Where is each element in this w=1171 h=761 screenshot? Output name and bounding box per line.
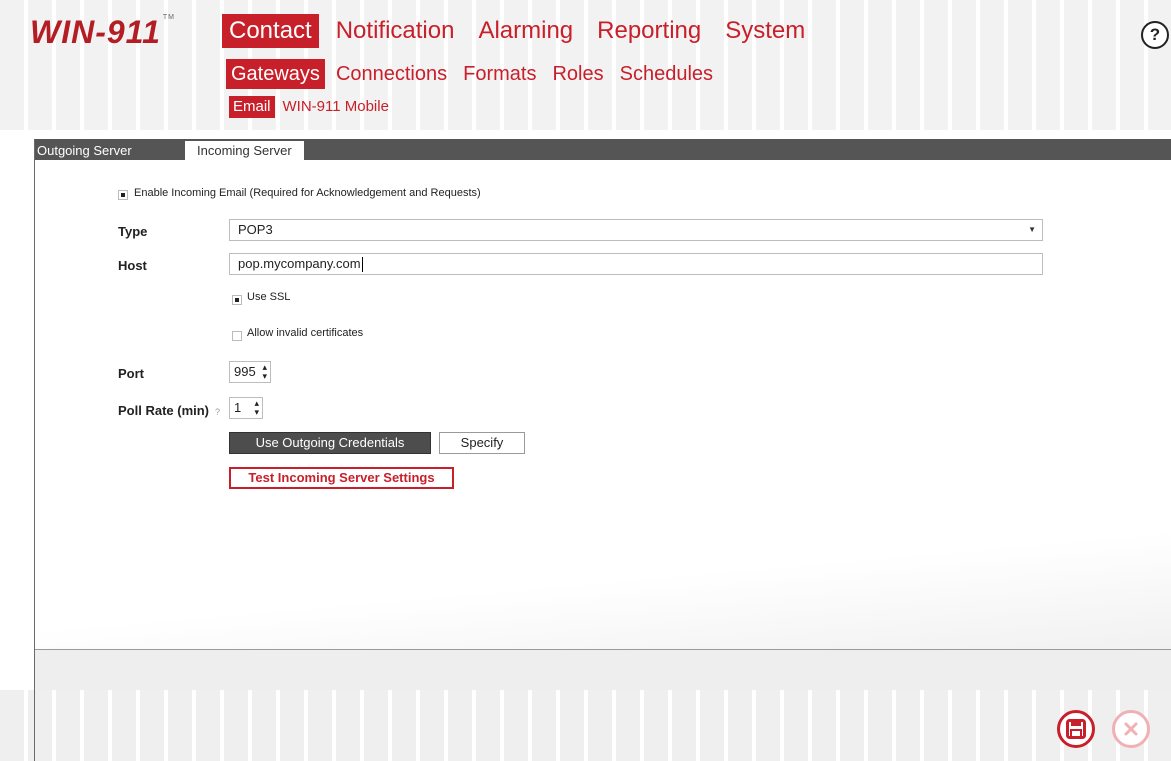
cancel-button[interactable] xyxy=(1112,710,1150,748)
nav-notification[interactable]: Notification xyxy=(329,14,462,48)
use-ssl-checkbox[interactable] xyxy=(232,295,242,305)
nav-contact[interactable]: Contact xyxy=(222,14,319,48)
nav-reporting[interactable]: Reporting xyxy=(590,14,708,48)
enable-incoming-checkbox[interactable] xyxy=(118,190,128,200)
port-stepper[interactable]: 995 ▴ ▾ xyxy=(229,361,271,383)
poll-rate-stepper[interactable]: 1 ▴ ▾ xyxy=(229,397,263,419)
logo-trademark: TM xyxy=(162,14,175,21)
nav-alarming[interactable]: Alarming xyxy=(471,14,580,48)
secondary-nav: Gateways Connections Formats Roles Sched… xyxy=(226,59,724,89)
nav-schedules[interactable]: Schedules xyxy=(615,59,718,89)
tab-incoming-server[interactable]: Incoming Server xyxy=(185,141,304,160)
footer-background xyxy=(0,690,1171,761)
help-icon[interactable]: ? xyxy=(215,407,220,417)
test-incoming-server-button[interactable]: Test Incoming Server Settings xyxy=(229,467,454,489)
nav-system[interactable]: System xyxy=(718,14,812,48)
nav-gateways[interactable]: Gateways xyxy=(226,59,325,89)
nav-formats[interactable]: Formats xyxy=(458,59,541,89)
nav-win911-mobile[interactable]: WIN-911 Mobile xyxy=(279,96,393,118)
poll-rate-label: Poll Rate (min) xyxy=(118,403,210,418)
type-value: POP3 xyxy=(238,222,273,237)
tab-outgoing-server[interactable]: Outgoing Server xyxy=(35,141,144,160)
type-select[interactable]: POP3 ▼ xyxy=(229,219,1043,241)
chevron-down-icon: ▼ xyxy=(1028,225,1036,234)
poll-rate-value: 1 xyxy=(234,400,242,415)
allow-invalid-checkbox[interactable] xyxy=(232,331,242,341)
logo-text: WIN-911 xyxy=(30,14,161,50)
port-value: 995 xyxy=(234,364,256,379)
status-bar xyxy=(35,649,1171,691)
close-icon xyxy=(1124,722,1138,736)
enable-incoming-label: Enable Incoming Email (Required for Ackn… xyxy=(134,187,481,199)
nav-email[interactable]: Email xyxy=(229,96,275,118)
save-button[interactable] xyxy=(1057,710,1095,748)
host-value: pop.mycompany.com xyxy=(238,256,361,271)
tab-bar: Outgoing Server Incoming Server xyxy=(35,139,1171,160)
port-label: Port xyxy=(118,366,144,381)
app-logo: WIN-911 TM xyxy=(30,14,175,50)
type-label: Type xyxy=(118,224,148,239)
tertiary-nav: Email WIN-911 Mobile xyxy=(229,96,397,118)
allow-invalid-label: Allow invalid certificates xyxy=(247,327,364,339)
stepper-arrows-icon[interactable]: ▴ ▾ xyxy=(262,363,267,381)
stepper-arrows-icon[interactable]: ▴ ▾ xyxy=(254,399,259,417)
footer-divider xyxy=(34,690,35,761)
host-input[interactable]: pop.mycompany.com xyxy=(229,253,1043,275)
use-ssl-label: Use SSL xyxy=(247,291,291,303)
host-label: Host xyxy=(118,258,147,273)
nav-roles[interactable]: Roles xyxy=(547,59,608,89)
text-caret xyxy=(361,257,363,273)
use-outgoing-credentials-button[interactable]: Use Outgoing Credentials xyxy=(229,432,431,454)
nav-connections[interactable]: Connections xyxy=(331,59,452,89)
primary-nav: Contact Notification Alarming Reporting … xyxy=(222,14,822,48)
save-icon xyxy=(1066,719,1086,739)
specify-button[interactable]: Specify xyxy=(439,432,525,454)
help-icon[interactable]: ? xyxy=(1141,21,1169,49)
